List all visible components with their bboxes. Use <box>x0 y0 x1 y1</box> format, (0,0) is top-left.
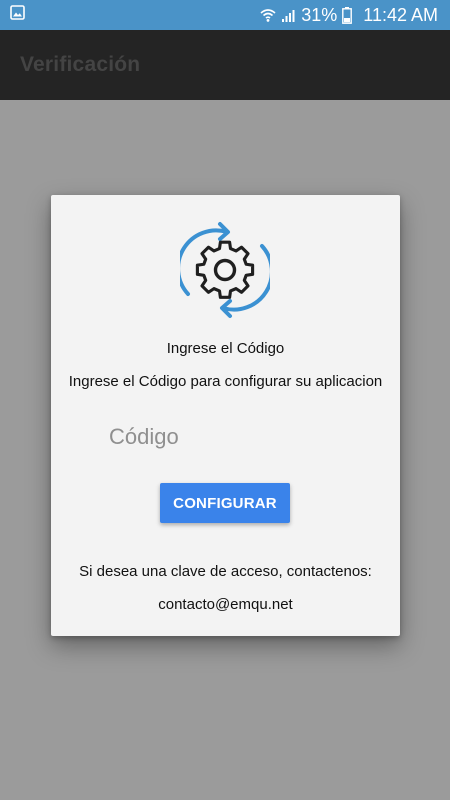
status-bar: 31% 11:42 AM <box>0 0 450 30</box>
page-title: Verificación <box>20 53 141 76</box>
dialog-title: Ingrese el Código <box>166 340 285 357</box>
sync-gear-icon <box>176 220 274 320</box>
configure-button[interactable]: CONFIGURAR <box>160 483 290 523</box>
battery-icon <box>342 6 353 24</box>
dialog-subtitle: Ingrese el Código para configurar su apl… <box>68 373 383 390</box>
status-time: 11:42 AM <box>363 4 438 25</box>
contact-text: Si desea una clave de acceso, contacteno… <box>79 563 372 580</box>
signal-icon <box>281 8 296 23</box>
screen: 31% 11:42 AM Verificación Ingrese el Cód… <box>0 0 450 800</box>
battery-percent: 31% <box>301 4 338 25</box>
app-bar: Verificación <box>0 30 450 100</box>
code-input[interactable] <box>101 417 351 457</box>
wifi-icon <box>260 7 276 23</box>
image-notification-icon <box>10 5 25 25</box>
contact-email: contacto@emqu.net <box>158 596 293 613</box>
verification-dialog: Ingrese el Código Ingrese el Código para… <box>51 195 400 636</box>
